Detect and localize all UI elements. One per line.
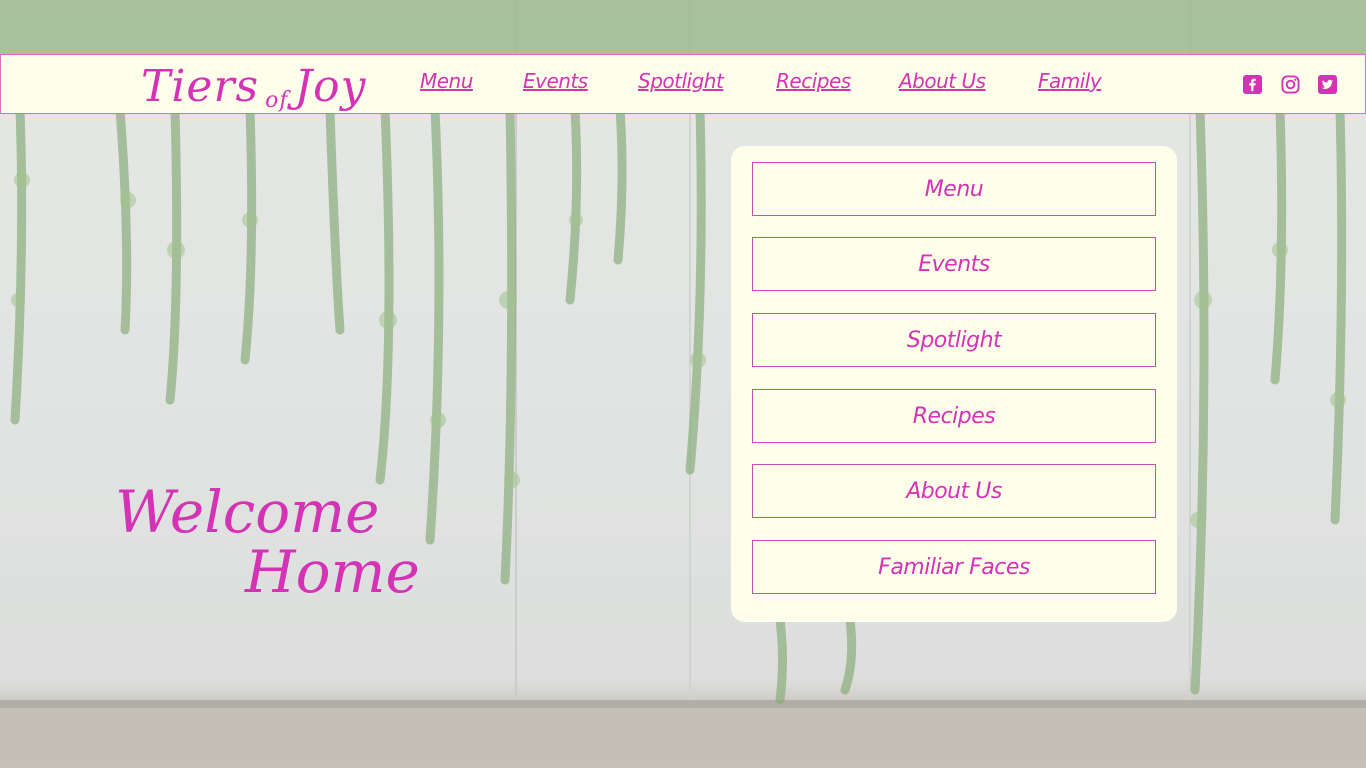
nav-link-spotlight[interactable]: Spotlight bbox=[638, 69, 724, 93]
nav-link-recipes[interactable]: Recipes bbox=[776, 69, 851, 93]
welcome-line-2: Home bbox=[245, 538, 420, 606]
side-menu-button-menu[interactable]: Menu bbox=[752, 162, 1156, 216]
side-menu-panel: Menu Events Spotlight Recipes About Us F… bbox=[731, 146, 1177, 622]
nav-link-events[interactable]: Events bbox=[523, 69, 588, 93]
side-menu-button-recipes[interactable]: Recipes bbox=[752, 389, 1156, 443]
side-menu-button-about-us[interactable]: About Us bbox=[752, 464, 1156, 518]
twitter-icon[interactable] bbox=[1318, 75, 1337, 94]
welcome-heading: Welcome Home bbox=[115, 482, 420, 602]
facebook-icon[interactable] bbox=[1243, 75, 1262, 94]
side-menu-button-events[interactable]: Events bbox=[752, 237, 1156, 291]
side-menu-button-familiar-faces[interactable]: Familiar Faces bbox=[752, 540, 1156, 594]
logo-word-joy: Joy bbox=[294, 61, 367, 112]
welcome-line-1: Welcome bbox=[115, 478, 380, 546]
nav-link-family[interactable]: Family bbox=[1038, 69, 1102, 93]
logo-word-of: of bbox=[265, 88, 289, 113]
top-navbar: Tiers of Joy Menu Events Spotlight Recipes… bbox=[0, 54, 1366, 114]
site-logo[interactable]: Tiers of Joy bbox=[141, 57, 366, 123]
nav-link-about-us[interactable]: About Us bbox=[899, 69, 986, 93]
side-menu-button-spotlight[interactable]: Spotlight bbox=[752, 313, 1156, 367]
logo-word-tiers: Tiers bbox=[141, 61, 260, 112]
nav-link-menu[interactable]: Menu bbox=[420, 69, 473, 93]
instagram-icon[interactable] bbox=[1281, 75, 1300, 94]
